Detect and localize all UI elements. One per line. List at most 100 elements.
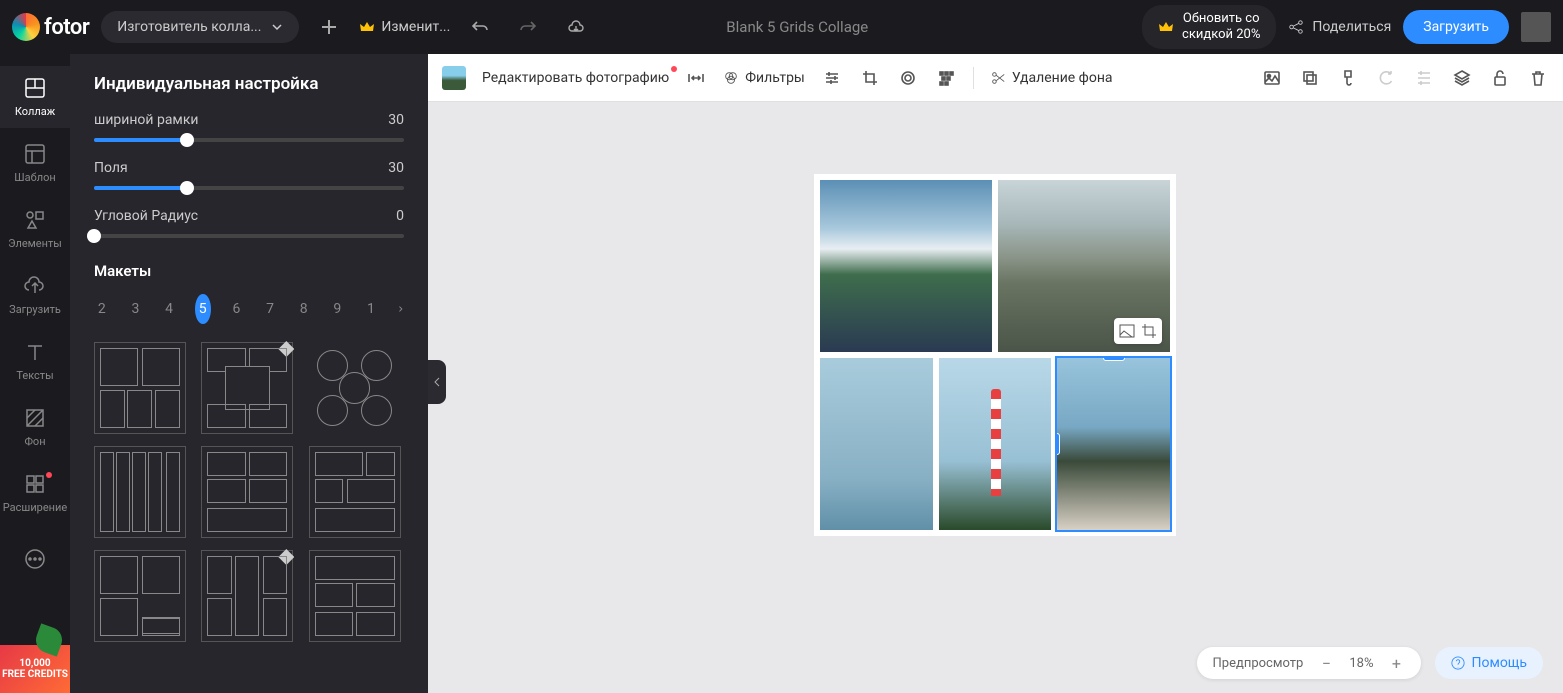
align-button[interactable]: [1413, 67, 1435, 89]
crop-button[interactable]: [859, 67, 881, 89]
image-button[interactable]: [1261, 67, 1283, 89]
layout-tab-8[interactable]: 8: [296, 294, 312, 324]
undo-button[interactable]: [462, 9, 498, 45]
logo[interactable]: fotor: [12, 13, 89, 41]
document-title[interactable]: Blank 5 Grids Collage: [726, 18, 868, 36]
corner-radius-label: Угловой Радиус: [94, 208, 198, 224]
mode-selector[interactable]: Изготовитель колла...: [101, 11, 299, 43]
border-width-label: шириной рамки: [94, 112, 198, 128]
layout-option-7[interactable]: [94, 550, 186, 642]
nav-more[interactable]: [0, 528, 70, 590]
layout-tab-6[interactable]: 6: [229, 294, 245, 324]
preview-label[interactable]: Предпросмотр: [1213, 656, 1304, 671]
layout-option-1[interactable]: [94, 342, 186, 434]
layout-option-2[interactable]: [201, 342, 293, 434]
share-button[interactable]: Поделиться: [1288, 19, 1391, 35]
redo-button[interactable]: [510, 9, 546, 45]
zoom-out-button[interactable]: −: [1317, 654, 1335, 672]
swap-image-button[interactable]: [1118, 322, 1136, 340]
collage-cell-3[interactable]: [820, 358, 933, 530]
chevron-right-icon[interactable]: [397, 302, 404, 316]
layout-tab-5[interactable]: 5: [195, 294, 211, 324]
share-label: Поделиться: [1312, 19, 1391, 35]
circle-icon: [899, 69, 917, 87]
lock-button[interactable]: [1337, 67, 1359, 89]
collage-cell-1[interactable]: [820, 180, 992, 352]
mosaic-button[interactable]: [935, 67, 957, 89]
paint-icon: [1339, 69, 1357, 87]
delete-button[interactable]: [1527, 67, 1549, 89]
crop-icon: [1140, 322, 1158, 340]
crop-cell-button[interactable]: [1140, 322, 1158, 340]
adjust-button[interactable]: [821, 67, 843, 89]
resize-handle-left[interactable]: [1057, 433, 1060, 455]
collage-icon: [24, 77, 46, 99]
copy-button[interactable]: [1299, 67, 1321, 89]
nav-texts[interactable]: Тексты: [0, 330, 70, 392]
unlock-button[interactable]: [1489, 67, 1511, 89]
collage-canvas[interactable]: [814, 174, 1176, 536]
zoom-value: 18%: [1349, 656, 1373, 671]
download-button[interactable]: Загрузить: [1403, 10, 1509, 44]
layout-option-8[interactable]: [201, 550, 293, 642]
chevron-left-icon: [432, 377, 442, 387]
border-width-slider[interactable]: [94, 138, 404, 142]
layout-option-3[interactable]: [309, 342, 401, 434]
mosaic-icon: [937, 69, 955, 87]
logo-text: fotor: [44, 15, 89, 40]
zoom-in-button[interactable]: +: [1387, 654, 1405, 672]
nav-extension[interactable]: Расширение: [0, 462, 70, 524]
canvas-toolbar: Редактировать фотографию Фильтры Удалени…: [428, 54, 1563, 102]
layout-tab-7[interactable]: 7: [262, 294, 278, 324]
nav-upload[interactable]: Загрузить: [0, 264, 70, 326]
text-icon: [24, 341, 46, 363]
layout-tab-10[interactable]: 1: [363, 294, 379, 324]
panel-toggle[interactable]: [428, 360, 446, 404]
edit-photo-button[interactable]: Редактировать фотографию: [482, 70, 669, 86]
layout-tab-2[interactable]: 2: [94, 294, 110, 324]
canvas-area: Редактировать фотографию Фильтры Удалени…: [428, 54, 1563, 693]
nav-template[interactable]: Шаблон: [0, 132, 70, 194]
nav-elements[interactable]: Элементы: [0, 198, 70, 260]
border-width-value: 30: [388, 112, 404, 128]
align-icon: [1415, 69, 1433, 87]
collage-cell-5[interactable]: [1057, 358, 1170, 530]
layout-tab-4[interactable]: 4: [161, 294, 177, 324]
layout-option-9[interactable]: [309, 550, 401, 642]
layers-button[interactable]: [1451, 67, 1473, 89]
corner-radius-slider[interactable]: [94, 234, 404, 238]
photo-thumbnail[interactable]: [442, 66, 466, 90]
preview-zoom-control: Предпросмотр − 18% +: [1197, 647, 1422, 679]
filters-button[interactable]: Фильтры: [723, 70, 805, 86]
change-button[interactable]: Изменит...: [359, 19, 450, 35]
nav-background[interactable]: Фон: [0, 396, 70, 458]
margins-value: 30: [388, 160, 404, 176]
effects-button[interactable]: [897, 67, 919, 89]
download-label: Загрузить: [1423, 19, 1489, 35]
upgrade-text: Обновить со скидкой 20%: [1182, 11, 1260, 42]
add-button[interactable]: [311, 9, 347, 45]
unlock-icon: [1491, 69, 1509, 87]
upgrade-button[interactable]: Обновить со скидкой 20%: [1142, 5, 1276, 48]
resize-handle-top[interactable]: [1103, 358, 1125, 361]
collage-cell-2[interactable]: [998, 180, 1170, 352]
cloud-button[interactable]: [558, 9, 594, 45]
layout-option-5[interactable]: [201, 446, 293, 538]
redo-icon: [519, 18, 537, 36]
help-button[interactable]: Помощь: [1435, 647, 1543, 679]
fit-button[interactable]: [685, 67, 707, 89]
layout-tab-9[interactable]: 9: [329, 294, 345, 324]
avatar[interactable]: [1521, 12, 1551, 42]
layout-tabs: 2 3 4 5 6 7 8 9 1: [94, 294, 404, 324]
remove-bg-button[interactable]: Удаление фона: [990, 70, 1113, 86]
margins-slider[interactable]: [94, 186, 404, 190]
notification-dot: [46, 472, 52, 478]
layout-tab-3[interactable]: 3: [128, 294, 144, 324]
redo2-button[interactable]: [1375, 67, 1397, 89]
crop-icon: [861, 69, 879, 87]
layout-option-6[interactable]: [309, 446, 401, 538]
layout-option-4[interactable]: [94, 446, 186, 538]
nav-collage[interactable]: Коллаж: [0, 66, 70, 128]
collage-cell-4[interactable]: [939, 358, 1052, 530]
credits-badge[interactable]: 10,000 FREE CREDITS: [0, 645, 70, 693]
